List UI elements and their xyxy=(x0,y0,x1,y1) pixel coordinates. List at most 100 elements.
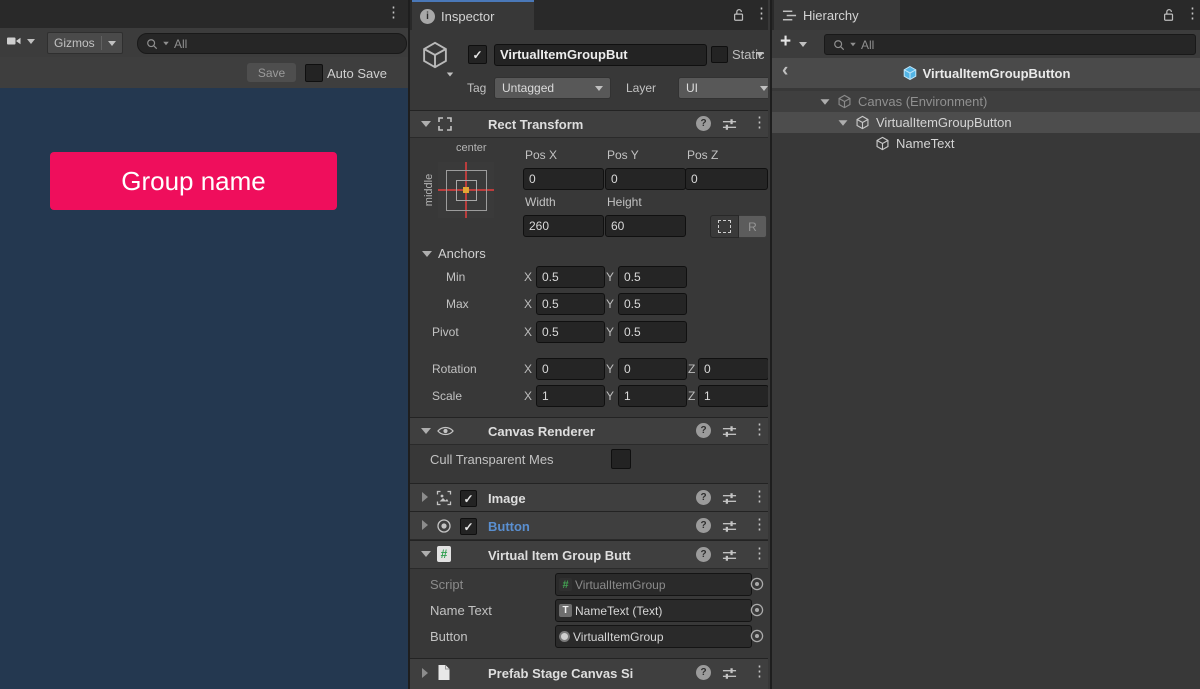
raw-edit-button[interactable]: R xyxy=(739,215,767,238)
gizmos-dropdown[interactable]: Gizmos xyxy=(47,32,123,54)
anchors-max-y-field[interactable]: 0.5 xyxy=(618,293,687,315)
scene-search-input[interactable]: All xyxy=(137,33,407,54)
presets-icon[interactable] xyxy=(722,424,737,439)
foldout-open-icon[interactable] xyxy=(421,428,431,434)
anchors-min-x-field[interactable]: 0.5 xyxy=(536,266,605,288)
presets-icon[interactable] xyxy=(722,666,737,681)
presets-icon[interactable] xyxy=(722,117,737,132)
axis-y-label: Y xyxy=(606,270,614,284)
help-icon[interactable]: ? xyxy=(696,665,711,680)
presets-icon[interactable] xyxy=(722,548,737,563)
button-enabled-checkbox[interactable]: ✓ xyxy=(460,518,477,535)
hierarchy-kebab-menu-icon[interactable]: ⋮ xyxy=(1185,7,1200,21)
gameobject-header: ✓ VirtualItemGroupBut Static Tag Untagge… xyxy=(410,30,768,111)
rect-transform-kebab-icon[interactable]: ⋮ xyxy=(752,116,767,130)
prefab-mode-bar: ‹ VirtualItemGroupButton xyxy=(772,58,1200,88)
gameobject-icon-dropdown-icon[interactable] xyxy=(447,73,453,77)
canvas-renderer-kebab-icon[interactable]: ⋮ xyxy=(752,423,767,437)
help-icon[interactable]: ? xyxy=(696,547,711,562)
foldout-closed-icon[interactable] xyxy=(422,492,428,502)
hierarchy-search-input[interactable]: All xyxy=(824,34,1196,55)
scale-z-field[interactable]: 1 xyxy=(698,385,768,407)
tag-dropdown[interactable]: Untagged xyxy=(494,77,611,99)
gameobject-name-field[interactable]: VirtualItemGroupBut xyxy=(494,44,707,66)
foldout-open-icon[interactable] xyxy=(839,120,848,125)
anchor-preset-widget[interactable] xyxy=(438,162,494,218)
foldout-closed-icon[interactable] xyxy=(422,520,428,530)
scene-viewport[interactable]: Group name xyxy=(0,88,408,689)
pos-y-field[interactable]: 0 xyxy=(605,168,686,190)
pos-z-label: Pos Z xyxy=(687,148,718,162)
inspector-kebab-menu-icon[interactable]: ⋮ xyxy=(754,7,768,21)
auto-save-checkbox[interactable] xyxy=(305,64,323,82)
button-component-header[interactable]: ✓ Button ? ⋮ xyxy=(410,511,768,540)
canvas-renderer-header[interactable]: Canvas Renderer ? ⋮ xyxy=(410,417,768,445)
add-dropdown-icon[interactable] xyxy=(799,42,807,47)
hierarchy-row-virtualitemgroupbutton[interactable]: VirtualItemGroupButton xyxy=(772,112,1200,133)
script-component-header[interactable]: # Virtual Item Group Butt ? ⋮ xyxy=(410,540,768,569)
pos-z-field[interactable]: 0 xyxy=(685,168,768,190)
gameobject-cube-icon[interactable] xyxy=(420,40,450,70)
hierarchy-row-nametext[interactable]: NameText xyxy=(772,133,1200,154)
eye-icon xyxy=(437,424,454,438)
prefab-root-header[interactable]: VirtualItemGroupButton xyxy=(902,65,1071,81)
anchors-max-x-field[interactable]: 0.5 xyxy=(536,293,605,315)
layer-dropdown[interactable]: UI xyxy=(678,77,768,99)
prefab-back-button[interactable]: ‹ xyxy=(782,60,788,82)
image-enabled-checkbox[interactable]: ✓ xyxy=(460,490,477,507)
rotation-y-field[interactable]: 0 xyxy=(618,358,687,380)
anchors-min-y-field[interactable]: 0.5 xyxy=(618,266,687,288)
script-object-field[interactable]: # VirtualItemGroup xyxy=(555,573,752,596)
rect-transform-header[interactable]: Rect Transform ? ⋮ xyxy=(410,110,768,138)
button-component-title: Button xyxy=(488,519,530,534)
prefab-stage-kebab-icon[interactable]: ⋮ xyxy=(752,665,767,679)
scale-x-field[interactable]: 1 xyxy=(536,385,605,407)
script-object-picker-icon[interactable] xyxy=(748,573,766,594)
anchors-foldout-icon[interactable] xyxy=(422,251,432,257)
scene-camera-button[interactable] xyxy=(6,33,35,49)
hierarchy-row-canvas[interactable]: Canvas (Environment) xyxy=(772,91,1200,112)
foldout-closed-icon[interactable] xyxy=(422,668,428,678)
presets-icon[interactable] xyxy=(722,491,737,506)
axis-x-label: X xyxy=(524,325,532,339)
static-checkbox[interactable] xyxy=(711,46,728,63)
name-text-object-field[interactable]: T NameText (Text) xyxy=(555,599,752,622)
name-text-object-picker-icon[interactable] xyxy=(748,599,766,620)
scene-kebab-menu-icon[interactable]: ⋮ xyxy=(386,6,401,20)
pivot-y-field[interactable]: 0.5 xyxy=(618,321,687,343)
gameobject-active-checkbox[interactable]: ✓ xyxy=(468,45,487,64)
button-object-field[interactable]: VirtualItemGroup xyxy=(555,625,752,648)
foldout-open-icon[interactable] xyxy=(421,551,431,557)
add-gameobject-button[interactable]: + xyxy=(780,31,791,53)
width-field[interactable]: 260 xyxy=(523,215,604,237)
scale-y-field[interactable]: 1 xyxy=(618,385,687,407)
cull-transparent-mesh-checkbox[interactable] xyxy=(611,449,631,469)
foldout-open-icon[interactable] xyxy=(421,121,431,127)
lock-icon[interactable] xyxy=(1162,8,1176,22)
rotation-z-field[interactable]: 0 xyxy=(698,358,768,380)
prefab-root-label: VirtualItemGroupButton xyxy=(923,66,1071,81)
height-field[interactable]: 60 xyxy=(605,215,686,237)
prefab-stage-header[interactable]: Prefab Stage Canvas Si ? ⋮ xyxy=(410,658,768,689)
pos-x-field[interactable]: 0 xyxy=(523,168,604,190)
blueprint-mode-button[interactable] xyxy=(710,215,739,238)
foldout-open-icon[interactable] xyxy=(821,99,830,104)
static-dropdown-icon[interactable] xyxy=(756,52,764,57)
button-kebab-icon[interactable]: ⋮ xyxy=(752,518,767,532)
help-icon[interactable]: ? xyxy=(696,423,711,438)
lock-icon[interactable] xyxy=(732,8,746,22)
rotation-x-field[interactable]: 0 xyxy=(536,358,605,380)
image-kebab-icon[interactable]: ⋮ xyxy=(752,490,767,504)
help-icon[interactable]: ? xyxy=(696,116,711,131)
help-icon[interactable]: ? xyxy=(696,490,711,505)
pivot-x-field[interactable]: 0.5 xyxy=(536,321,605,343)
button-object-picker-icon[interactable] xyxy=(748,625,766,646)
save-button[interactable]: Save xyxy=(247,63,296,82)
help-icon[interactable]: ? xyxy=(696,518,711,533)
tab-inspector[interactable]: i Inspector xyxy=(412,0,534,30)
group-button-preview[interactable]: Group name xyxy=(50,152,337,210)
image-component-header[interactable]: ✓ Image ? ⋮ xyxy=(410,483,768,512)
presets-icon[interactable] xyxy=(722,519,737,534)
tab-hierarchy[interactable]: Hierarchy xyxy=(774,0,900,30)
script-kebab-icon[interactable]: ⋮ xyxy=(752,547,767,561)
